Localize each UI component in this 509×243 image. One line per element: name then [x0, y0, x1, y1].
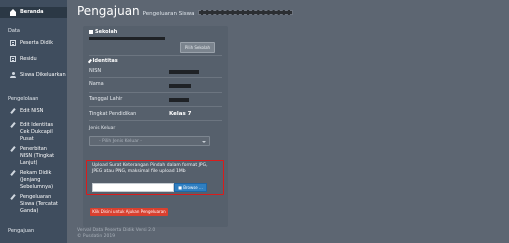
identitas-heading: Identitas [87, 58, 118, 64]
sekolah-heading-text: Sekolah [95, 29, 118, 35]
divider [89, 55, 222, 56]
sidebar: Beranda Data Peserta Didik Residu Siswa … [0, 0, 67, 243]
redacted-school-name [197, 10, 293, 15]
sidebar-item-label: Pengeluaran Siswa (Tercatat Ganda) [20, 194, 58, 214]
field-value-nisn [169, 70, 199, 74]
divider [89, 120, 222, 121]
sidebar-item-rekam-didik[interactable]: Rekam Didik (Jenjang Sebelumnya) [0, 170, 67, 191]
jenis-keluar-label: Jenis Keluar [89, 126, 116, 131]
chevron-down-icon [202, 141, 206, 143]
form-panel: Sekolah Pilih Sekolah Identitas NISN Nam… [83, 26, 228, 227]
building-icon [89, 30, 93, 34]
field-label-tingkat-pendidikan: Tingkat Pendidikan [89, 111, 137, 117]
sidebar-item-residu[interactable]: Residu [0, 56, 67, 63]
sidebar-heading-pengelolaan: Pengelolaan [8, 96, 39, 102]
pencil-icon [87, 58, 92, 64]
upload-section: Upload Surat Keterangan Pindah dalam for… [86, 160, 224, 195]
home-icon [10, 8, 16, 16]
browse-label: Browse ... [183, 185, 203, 190]
browse-button[interactable]: ■ Browse ... [174, 183, 207, 192]
sidebar-item-label: Beranda [20, 9, 44, 15]
divider [89, 77, 222, 78]
page-title-text: Pengajuan [77, 4, 140, 18]
field-label-tanggal-lahir: Tanggal Lahir [89, 96, 123, 102]
page-subtitle: Pengeluaran Siswa [142, 11, 195, 17]
sidebar-item-penerbitan-nisn[interactable]: Penerbitan NISN (Tingkat Lanjut) [0, 146, 67, 167]
sidebar-heading-pengajuan: Pengajuan [8, 228, 35, 234]
sidebar-item-pengeluaran-siswa[interactable]: Pengeluaran Siswa (Tercatat Ganda) [0, 194, 67, 215]
page-title: Pengajuan Pengeluaran Siswa [77, 4, 293, 18]
divider [89, 106, 222, 107]
submit-button[interactable]: Klik Disini untuk Ajukan Pengeluaran [90, 208, 168, 216]
edit-icon [10, 122, 16, 128]
field-value-nama [169, 84, 191, 88]
list-icon [10, 56, 16, 62]
sidebar-item-siswa-dikeluarkan[interactable]: Siswa Dikeluarkan [0, 72, 67, 79]
sidebar-item-label: Residu [20, 56, 37, 62]
file-path-input[interactable] [92, 183, 174, 192]
sidebar-item-edit-identitas[interactable]: Edit Identitas Cek Dukcapil Pusat [0, 122, 67, 143]
redacted-school-info [89, 37, 165, 40]
field-value-tanggal-lahir [169, 98, 189, 102]
field-label-nama: Nama [89, 81, 104, 87]
sekolah-heading: Sekolah [89, 29, 117, 35]
sidebar-item-edit-nisn[interactable]: Edit NISN [0, 108, 67, 115]
sidebar-item-beranda[interactable]: Beranda [0, 7, 67, 18]
sidebar-item-peserta-didik[interactable]: Peserta Didik [0, 40, 67, 47]
footer-copyright: © Pusdatin 2019 [77, 234, 116, 239]
list-icon [10, 40, 16, 46]
edit-icon [10, 146, 16, 152]
jenis-keluar-placeholder: - Pilih Jenis Keluar - [99, 139, 142, 144]
sidebar-item-label: Edit Identitas Cek Dukcapil Pusat [20, 122, 54, 142]
sidebar-item-label: Peserta Didik [20, 40, 53, 46]
sidebar-item-label: Rekam Didik (Jenjang Sebelumnya) [20, 170, 54, 190]
jenis-keluar-select[interactable]: - Pilih Jenis Keluar - [89, 136, 210, 146]
footer: Verval Data Peserta Didik Versi 2.0 © Pu… [77, 228, 155, 240]
divider [89, 92, 222, 93]
edit-icon [10, 194, 16, 200]
field-label-nisn: NISN [89, 68, 102, 74]
identitas-heading-text: Identitas [92, 58, 118, 64]
edit-icon [10, 170, 16, 176]
sidebar-item-label: Edit NISN [20, 108, 44, 114]
field-value-kelas: Kelas 7 [169, 111, 192, 117]
pick-school-button[interactable]: Pilih Sekolah [180, 42, 215, 53]
upload-instruction: Upload Surat Keterangan Pindah dalam for… [92, 163, 208, 174]
user-icon [10, 72, 16, 78]
edit-icon [10, 108, 16, 114]
sidebar-item-label: Siswa Dikeluarkan [20, 72, 66, 78]
sidebar-item-label: Penerbitan NISN (Tingkat Lanjut) [20, 146, 55, 166]
sidebar-heading-data: Data [8, 28, 20, 34]
